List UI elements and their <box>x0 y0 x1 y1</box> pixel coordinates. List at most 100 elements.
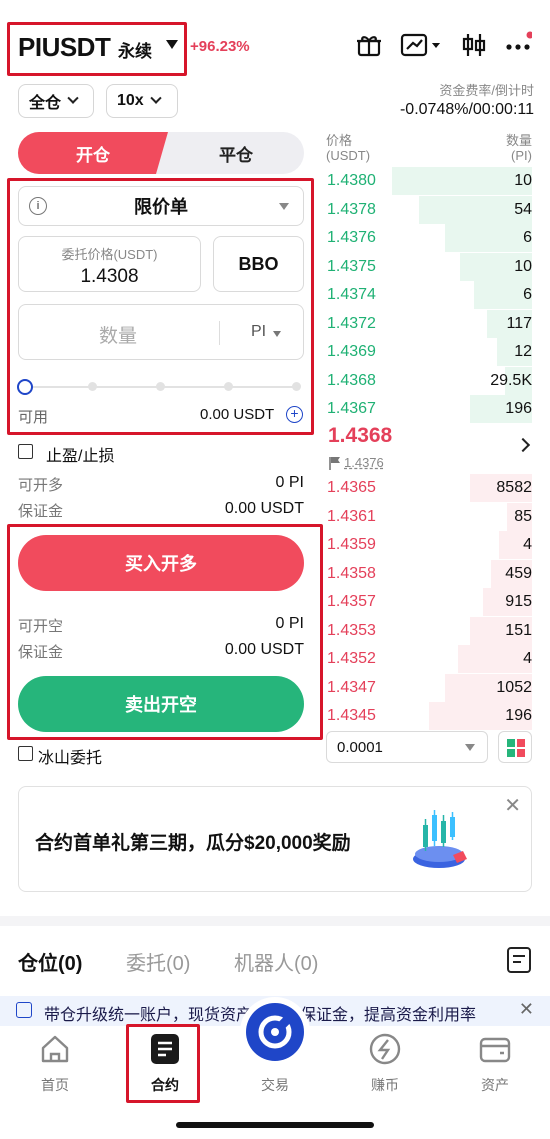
wallet-icon[interactable] <box>478 1032 512 1066</box>
tab-open[interactable]: 开仓 <box>18 132 168 174</box>
buy-long-button[interactable]: 买入开多 <box>18 535 304 591</box>
info-icon[interactable]: i <box>29 197 47 215</box>
price-label: 委托价格(USDT) <box>61 247 158 262</box>
ask-depth-bar <box>391 167 532 195</box>
bid-qty: 4 <box>523 536 532 553</box>
quantity-input[interactable]: 数量 PI <box>18 304 304 360</box>
chart-icon[interactable] <box>400 30 444 60</box>
quantity-unit[interactable]: PI <box>251 323 266 341</box>
bbo-button[interactable]: BBO <box>213 236 304 292</box>
open-close-tabs: 开仓 平仓 <box>18 132 304 174</box>
can-short-label: 可开空 <box>18 618 64 635</box>
contract-icon[interactable] <box>148 1032 182 1066</box>
iceberg-label[interactable]: 冰山委托 <box>38 744 102 768</box>
more-icon[interactable] <box>503 30 533 60</box>
mark-price[interactable]: 1.4376 <box>344 455 384 470</box>
bid-row[interactable]: 1.4352 4 <box>326 645 532 673</box>
order-type-select[interactable]: i 限价单 <box>18 186 304 226</box>
ask-row[interactable]: 1.4369 12 <box>326 338 532 366</box>
bid-depth-bar <box>457 645 532 673</box>
bid-price: 1.4358 <box>327 564 376 582</box>
ask-row[interactable]: 1.4374 6 <box>326 281 532 309</box>
bid-price: 1.4352 <box>327 650 376 667</box>
home-icon[interactable] <box>38 1032 72 1066</box>
price-change: +96.23% <box>190 38 250 55</box>
chevron-down-icon <box>67 92 79 104</box>
ask-row[interactable]: 1.4375 10 <box>326 252 532 281</box>
price-value: 1.4308 <box>80 266 139 287</box>
symbol-title[interactable]: PIUSDT <box>18 32 111 63</box>
ask-row[interactable]: 1.4367 196 <box>326 395 532 423</box>
ask-row[interactable]: 1.4380 10 <box>326 167 532 195</box>
nav-home-label[interactable]: 首页 <box>25 1075 85 1095</box>
order-type-value: 限价单 <box>134 197 188 217</box>
can-long-label: 可开多 <box>18 477 64 494</box>
bid-row[interactable]: 1.4361 85 <box>326 502 532 531</box>
bid-price: 1.4345 <box>327 707 376 724</box>
promo-banner[interactable]: 合约首单礼第三期，瓜分$20,000奖励 ✕ <box>18 786 532 892</box>
close-icon[interactable]: ✕ <box>504 793 521 818</box>
margin-mode-select[interactable]: 全仓 <box>18 84 94 118</box>
dropdown-triangle-icon[interactable] <box>273 331 281 337</box>
divider <box>219 321 220 345</box>
bid-row[interactable]: 1.4359 4 <box>326 531 532 559</box>
nav-contract-label[interactable]: 合约 <box>135 1075 195 1095</box>
last-price[interactable]: 1.4368 <box>328 424 392 448</box>
slider-step-50[interactable] <box>156 382 165 391</box>
trade-icon <box>258 1015 292 1049</box>
slider-step-75[interactable] <box>224 382 233 391</box>
iceberg-checkbox[interactable] <box>18 746 33 761</box>
ask-qty: 6 <box>523 229 532 246</box>
tab-positions[interactable]: 仓位(0) <box>18 947 82 976</box>
ask-row[interactable]: 1.4378 54 <box>326 195 532 224</box>
bid-row[interactable]: 1.4353 151 <box>326 616 532 645</box>
bid-row[interactable]: 1.4345 196 <box>326 702 532 730</box>
chevron-right-icon[interactable] <box>515 437 531 453</box>
candlestick-icon[interactable] <box>459 30 489 60</box>
tpsl-checkbox[interactable] <box>18 444 33 459</box>
ask-qty: 6 <box>523 286 532 303</box>
ask-depth-bar <box>445 224 532 252</box>
margin-long-label: 保证金 <box>18 503 64 520</box>
funding-label[interactable]: 资金费率/倒计时 <box>439 80 534 99</box>
ask-price: 1.4375 <box>327 257 376 275</box>
sell-short-button[interactable]: 卖出开空 <box>18 676 304 732</box>
trade-button[interactable] <box>246 1003 304 1061</box>
precision-select[interactable]: 0.0001 <box>326 731 488 763</box>
section-divider <box>0 916 550 926</box>
slider-handle[interactable] <box>17 379 33 395</box>
tpsl-label[interactable]: 止盈/止损 <box>46 442 114 466</box>
add-funds-icon[interactable]: + <box>286 406 303 423</box>
contract-type[interactable]: 永续 <box>118 37 152 62</box>
earn-icon[interactable] <box>368 1032 402 1066</box>
tab-bots[interactable]: 机器人(0) <box>234 947 318 976</box>
nav-assets-label[interactable]: 资产 <box>465 1075 525 1095</box>
slider-step-25[interactable] <box>88 382 97 391</box>
orderbook-qty-header: 数量 (PI) <box>506 133 532 163</box>
ask-row[interactable]: 1.4372 117 <box>326 309 532 338</box>
bid-row[interactable]: 1.4357 915 <box>326 588 532 616</box>
price-input[interactable]: 委托价格(USDT) 1.4308 <box>18 236 201 292</box>
bid-row[interactable]: 1.4358 459 <box>326 559 532 588</box>
bid-row[interactable]: 1.4365 8582 <box>326 474 532 502</box>
ask-row[interactable]: 1.4376 6 <box>326 224 532 252</box>
ask-qty: 10 <box>514 257 532 275</box>
nav-earn-label[interactable]: 赚币 <box>355 1075 415 1095</box>
chevron-down-icon[interactable] <box>166 40 178 49</box>
bid-row[interactable]: 1.4347 1052 <box>326 673 532 702</box>
slider-step-100[interactable] <box>292 382 301 391</box>
bid-qty: 85 <box>514 507 532 525</box>
orderbook-layout-button[interactable] <box>498 731 532 763</box>
bid-qty: 915 <box>505 593 532 610</box>
nav-trade-label[interactable]: 交易 <box>245 1075 305 1095</box>
document-icon[interactable] <box>506 946 532 979</box>
close-icon[interactable]: ✕ <box>519 999 534 1020</box>
tab-close[interactable]: 平仓 <box>168 132 304 174</box>
leverage-select[interactable]: 10x <box>106 84 178 118</box>
promo-illustration <box>409 807 473 878</box>
ask-price: 1.4369 <box>327 343 376 360</box>
price-header: 价格 <box>326 133 353 148</box>
ask-row[interactable]: 1.4368 29.5K <box>326 366 532 395</box>
gift-icon[interactable] <box>354 30 384 60</box>
tab-orders[interactable]: 委托(0) <box>126 947 190 976</box>
